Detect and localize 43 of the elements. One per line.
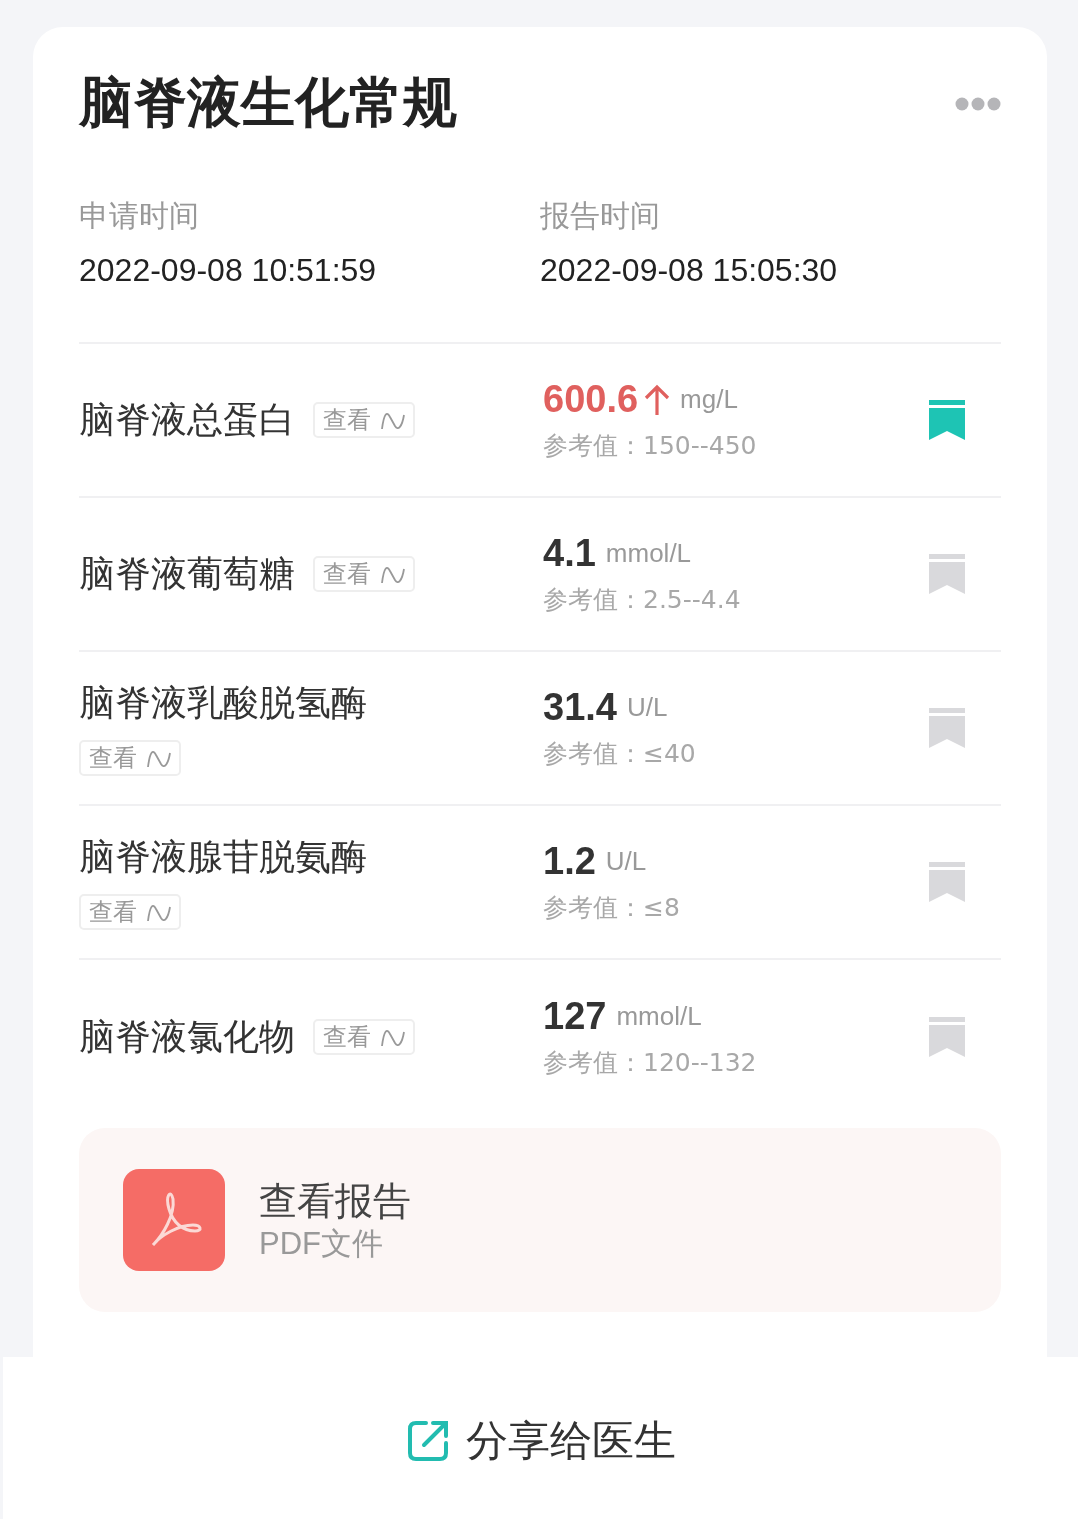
view-trend-button[interactable]: 查看 <box>79 740 181 776</box>
reference-range: 参考值：≤40 <box>543 738 697 770</box>
unit-label: mg/L <box>680 384 738 415</box>
share-button[interactable]: 分享给医生 <box>405 1413 676 1469</box>
bookmark-icon[interactable] <box>929 708 965 748</box>
time-value: 2022-09-08 10:51:59 <box>79 251 378 290</box>
test-name: 脑脊液氯化物 <box>79 1015 295 1059</box>
unit-label: U/L <box>626 692 668 723</box>
view-trend-button[interactable]: 查看 <box>313 402 415 438</box>
report-card[interactable]: 查看报告 PDF文件 <box>79 1128 1001 1312</box>
unit-label: mmol/L <box>605 538 692 569</box>
bookmark-icon[interactable] <box>929 862 965 902</box>
result-value: 4.1 <box>543 532 596 575</box>
up-arrow-icon <box>644 383 671 416</box>
view-trend-button[interactable]: 查看 <box>79 894 181 930</box>
bookmark-icon[interactable] <box>929 1017 965 1057</box>
test-name: 脑脊液腺苷脱氨酶 <box>79 835 367 879</box>
unit-label: U/L <box>605 846 647 877</box>
unit-label: mmol/L <box>616 1001 702 1032</box>
reference-range: 参考值：2.5--4.4 <box>543 584 742 616</box>
result-value: 127 <box>543 995 607 1038</box>
view-trend-button[interactable]: 查看 <box>313 1019 415 1055</box>
test-name: 脑脊液总蛋白 <box>79 398 295 442</box>
share-icon <box>405 1419 450 1463</box>
time-value: 2022-09-08 15:05:30 <box>540 251 839 290</box>
report-title: 脑脊液生化常规 <box>79 70 457 136</box>
result-value: 600.6 <box>543 378 639 421</box>
time-label: 报告时间 <box>540 197 661 235</box>
view-trend-button[interactable]: 查看 <box>313 556 415 592</box>
time-label: 申请时间 <box>79 197 200 235</box>
test-name: 脑脊液葡萄糖 <box>79 552 295 596</box>
more-icon[interactable] <box>955 96 1001 111</box>
report-link-title: 查看报告 <box>259 1178 411 1225</box>
result-value: 31.4 <box>543 686 617 729</box>
reference-range: 参考值：120--132 <box>543 1047 758 1079</box>
bookmark-icon[interactable] <box>929 554 965 594</box>
bookmark-icon[interactable] <box>929 400 965 440</box>
test-name: 脑脊液乳酸脱氢酶 <box>79 681 367 725</box>
result-value: 1.2 <box>543 840 596 883</box>
report-file-type: PDF文件 <box>259 1225 384 1263</box>
reference-range: 参考值：150--450 <box>543 430 758 462</box>
pdf-icon <box>123 1169 225 1271</box>
reference-range: 参考值：≤8 <box>543 892 681 924</box>
